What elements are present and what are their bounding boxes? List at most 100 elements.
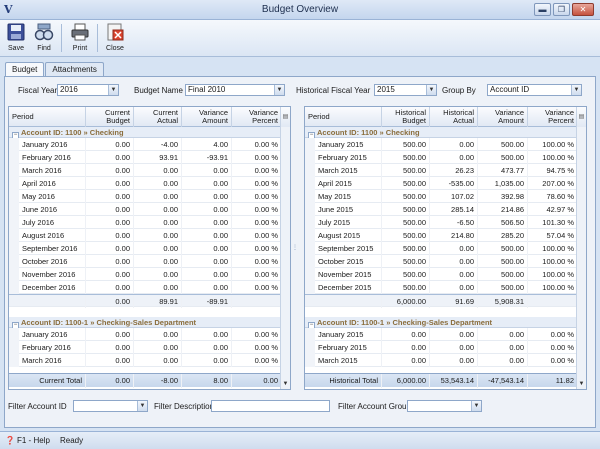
table-row[interactable]: January 2016 0.00 0.00 0.00 0.00 % <box>9 328 282 341</box>
table-row[interactable]: September 2015 500.00 0.00 500.00 100.00 % <box>305 242 578 255</box>
grand-total-row[interactable]: Current Total 0.00 -8.00 8.00 0.00 <box>9 373 282 388</box>
fiscal-year-select[interactable]: 2016 ▼ <box>57 84 119 96</box>
grid-cell: February 2016 <box>19 341 86 354</box>
grid-cell: 91.69 <box>430 295 478 308</box>
grid-cell: 0.00 % <box>528 328 578 341</box>
table-row[interactable]: March 2015 0.00 0.00 0.00 0.00 % <box>305 354 578 367</box>
tab-attachments[interactable]: Attachments <box>45 62 104 76</box>
table-row[interactable]: July 2016 0.00 0.00 0.00 0.00 % <box>9 216 282 229</box>
group-subtotal-row[interactable]: 0.00 89.91 -89.91 <box>9 294 282 308</box>
col-period[interactable]: Period <box>9 107 86 127</box>
grid-cell: 500.00 <box>382 229 430 242</box>
column-chooser-icon[interactable]: ▤ <box>577 107 586 127</box>
table-row[interactable]: August 2016 0.00 0.00 0.00 0.00 % <box>9 229 282 242</box>
grand-total-row[interactable]: Historical Total 6,000.00 53,543.14 -47,543… <box>305 373 578 388</box>
grid-cell: 500.00 <box>382 255 430 268</box>
help-label[interactable]: F1 - Help <box>17 432 50 449</box>
col-current-budget[interactable]: Current Budget <box>86 107 134 127</box>
table-row[interactable]: March 2016 0.00 0.00 0.00 0.00 % <box>9 164 282 177</box>
table-row[interactable]: May 2016 0.00 0.00 0.00 0.00 % <box>9 190 282 203</box>
column-chooser-icon[interactable]: ▤ <box>281 107 290 127</box>
table-row[interactable]: January 2016 0.00 -4.00 4.00 0.00 % <box>9 138 282 151</box>
help-icon[interactable]: ❓ <box>5 432 15 449</box>
table-row[interactable]: February 2015 0.00 0.00 0.00 0.00 % <box>305 341 578 354</box>
table-row[interactable]: February 2016 0.00 0.00 0.00 0.00 % <box>9 341 282 354</box>
grid-cell: 101.30 % <box>528 216 578 229</box>
grid-cell: 93.91 <box>134 151 182 164</box>
scroll-down-arrow-icon[interactable]: ▼ <box>577 379 586 389</box>
historical-year-select[interactable]: 2015 ▼ <box>374 84 437 96</box>
col-current-actual[interactable]: Current Actual <box>134 107 182 127</box>
group-by-label: Group By <box>442 86 476 95</box>
toolbar-separator <box>97 24 98 52</box>
table-row[interactable]: March 2016 0.00 0.00 0.00 0.00 % <box>9 354 282 367</box>
grid-cell: 0.00 <box>430 255 478 268</box>
filter-description-input[interactable] <box>211 400 330 412</box>
minimize-button[interactable]: ▬ <box>534 3 551 16</box>
grid-cell: 0.00 <box>134 242 182 255</box>
col-historical-actual[interactable]: Historical Actual <box>430 107 478 127</box>
table-row[interactable]: October 2016 0.00 0.00 0.00 0.00 % <box>9 255 282 268</box>
grid-cell: July 2016 <box>19 216 86 229</box>
row-indent <box>9 242 19 255</box>
group-row[interactable]: − Account ID: 1100 » Checking <box>9 127 282 139</box>
table-row[interactable]: November 2015 500.00 0.00 500.00 100.00 % <box>305 268 578 281</box>
group-row[interactable]: − Account ID: 1100-1 » Checking-Sales Dep… <box>305 317 578 329</box>
table-row[interactable]: April 2016 0.00 0.00 0.00 0.00 % <box>9 177 282 190</box>
col-historical-budget[interactable]: Historical Budget <box>382 107 430 127</box>
table-row[interactable]: April 2015 500.00 -535.00 1,035.00 207.00 % <box>305 177 578 190</box>
table-row[interactable]: August 2015 500.00 214.80 285.20 57.04 % <box>305 229 578 242</box>
table-row[interactable]: October 2015 500.00 0.00 500.00 100.00 % <box>305 255 578 268</box>
table-row[interactable]: February 2015 500.00 0.00 500.00 100.00 % <box>305 151 578 164</box>
table-row[interactable]: November 2016 0.00 0.00 0.00 0.00 % <box>9 268 282 281</box>
find-button[interactable]: Find <box>31 22 57 55</box>
grid-cell: 0.00 <box>182 255 232 268</box>
group-row[interactable]: − Account ID: 1100-1 » Checking-Sales Dep… <box>9 317 282 329</box>
grid-cell: 0.00 <box>430 341 478 354</box>
grid-cell <box>232 295 282 308</box>
tab-strip: Budget Attachments <box>5 62 105 77</box>
close-window-button[interactable]: ✕ <box>572 3 594 16</box>
table-row[interactable]: January 2015 0.00 0.00 0.00 0.00 % <box>305 328 578 341</box>
vertical-scrollbar[interactable]: ▤ ▼ <box>576 107 586 389</box>
row-indent <box>305 164 315 177</box>
grid-splitter[interactable]: ⋮ <box>292 106 298 390</box>
grid-cell: 0.00 <box>86 328 134 341</box>
close-button[interactable]: Close <box>102 22 128 55</box>
group-subtotal-row[interactable]: 6,000.00 91.69 5,908.31 <box>305 294 578 308</box>
grid-cell: 0.00 <box>86 354 134 367</box>
print-button[interactable]: Print <box>67 22 93 55</box>
table-row[interactable]: December 2016 0.00 0.00 0.00 0.00 % <box>9 281 282 294</box>
grid-cell: 6,000.00 <box>382 374 430 388</box>
table-row[interactable]: May 2015 500.00 107.02 392.98 78.60 % <box>305 190 578 203</box>
table-row[interactable]: February 2016 0.00 93.91 -93.91 0.00 % <box>9 151 282 164</box>
budget-name-select[interactable]: Final 2010 ▼ <box>185 84 285 96</box>
table-row[interactable]: December 2015 500.00 0.00 500.00 100.00 % <box>305 281 578 294</box>
group-by-select[interactable]: Account ID ▼ <box>487 84 582 96</box>
filter-account-id-select[interactable]: ▼ <box>73 400 148 412</box>
col-variance-percent[interactable]: Variance Percent <box>232 107 282 127</box>
vertical-scrollbar[interactable]: ▤ ▼ <box>280 107 290 389</box>
row-indent <box>9 341 19 354</box>
table-row[interactable]: July 2015 500.00 -6.50 506.50 101.30 % <box>305 216 578 229</box>
table-row[interactable]: June 2016 0.00 0.00 0.00 0.00 % <box>9 203 282 216</box>
col-period[interactable]: Period <box>305 107 382 127</box>
col-variance-amount[interactable]: Variance Amount <box>182 107 232 127</box>
scroll-down-arrow-icon[interactable]: ▼ <box>281 379 290 389</box>
grid-cell: 506.50 <box>478 216 528 229</box>
table-row[interactable]: March 2015 500.00 26.23 473.77 94.75 % <box>305 164 578 177</box>
maximize-button[interactable]: ❐ <box>553 3 570 16</box>
table-row[interactable]: January 2015 500.00 0.00 500.00 100.00 % <box>305 138 578 151</box>
group-row[interactable]: − Account ID: 1100 » Checking <box>305 127 578 139</box>
grid-cell: 0.00 <box>382 328 430 341</box>
tab-budget[interactable]: Budget <box>5 62 45 77</box>
grid-cell: August 2015 <box>315 229 382 242</box>
grid-cell: 0.00 <box>182 354 232 367</box>
filter-account-group-select[interactable]: ▼ <box>407 400 482 412</box>
save-button[interactable]: Save <box>3 22 29 55</box>
grid-cell: 8.00 <box>182 374 232 388</box>
table-row[interactable]: September 2016 0.00 0.00 0.00 0.00 % <box>9 242 282 255</box>
col-variance-amount[interactable]: Variance Amount <box>478 107 528 127</box>
col-variance-percent[interactable]: Variance Percent <box>528 107 578 127</box>
table-row[interactable]: June 2015 500.00 285.14 214.86 42.97 % <box>305 203 578 216</box>
